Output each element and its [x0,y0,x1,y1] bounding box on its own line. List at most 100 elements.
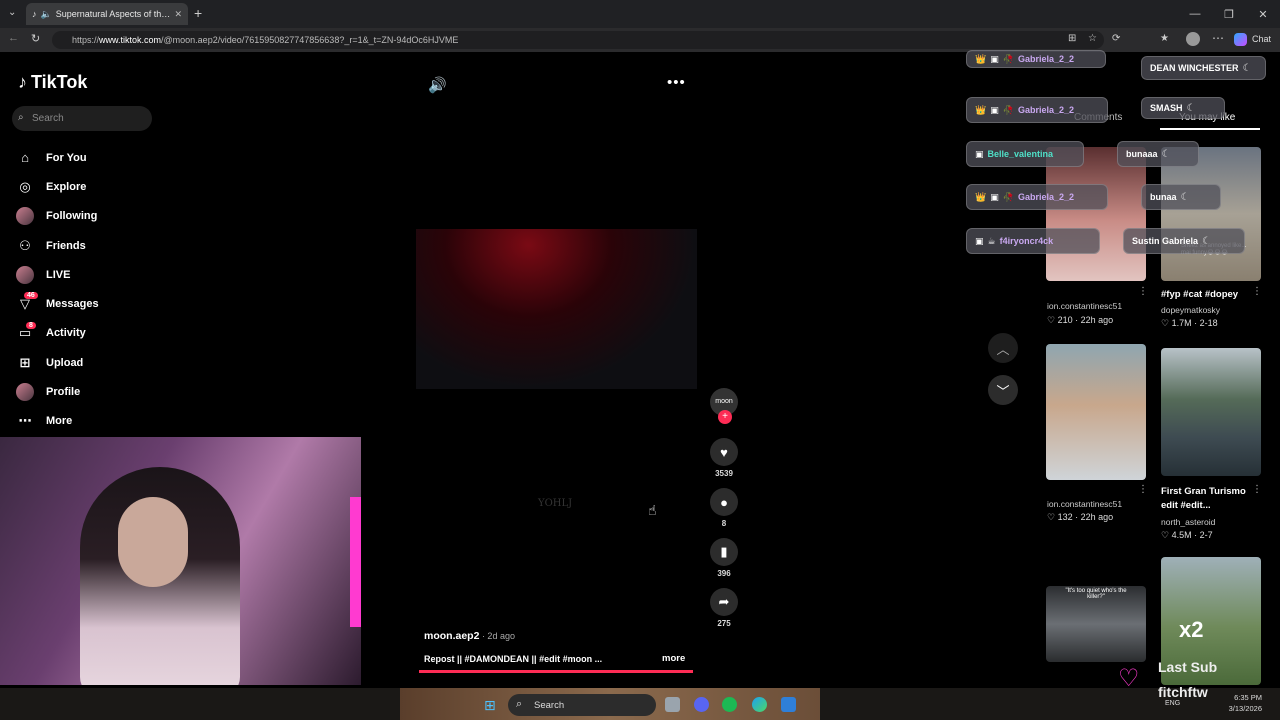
sidebar-item-for-you[interactable]: ⌂ For You [16,143,99,172]
video-more-options-icon[interactable]: ••• [667,74,686,91]
search-input[interactable]: ⌕ Search [12,106,152,131]
maximize-icon[interactable]: ❐ [1212,0,1246,28]
card-title[interactable]: #fyp #cat #dopey [1161,288,1257,302]
like-count: 3539 [715,469,733,478]
heart-icon: ♥ [720,444,728,460]
search-icon: ⌕ [18,112,24,123]
chat-overlay-pill: 👑 ▣ 🥀 Gabriela_2_2 [966,97,1108,123]
chat-username: bunaa [1150,192,1177,202]
browser-essentials-icon[interactable]: ⟳ [1112,33,1120,44]
card-stats: ♡ 1.7M · 2-18 [1161,318,1218,328]
card-username[interactable]: ion.constantinesc51 [1047,499,1122,509]
chat-username: SMASH [1150,103,1183,113]
back-icon[interactable]: ← [8,32,19,44]
comment-button[interactable]: ● [710,488,738,516]
save-button[interactable]: ▮ [710,538,738,566]
upload-icon: ⊞ [19,354,31,370]
moon-icon: ☾ [1242,62,1252,74]
new-tab-icon[interactable]: + [194,5,202,21]
language-indicator[interactable]: ENG [1165,700,1180,707]
taskbar-search[interactable]: ⌕ Search [508,694,656,716]
volume-icon[interactable]: 🔊 [428,76,447,94]
chat-label[interactable]: Chat [1252,34,1271,44]
sidebar-item-messages[interactable]: ▽ 46 Messages [16,289,99,318]
caption-more-link[interactable]: more [662,653,685,664]
favorite-star-icon[interactable]: ☆ [1088,33,1097,44]
card-title[interactable]: First Gran Turismo edit #edit... [1161,485,1253,513]
system-tray-clock[interactable]: 6:35 PM 3/13/2026 [1229,692,1262,714]
card-more-icon[interactable]: ⋮ [1252,484,1262,495]
heart-icon: ♡ [1161,530,1170,540]
copilot-icon[interactable] [1234,33,1247,46]
card-username[interactable]: dopeymatkosky [1161,305,1220,315]
sidebar-item-label: Activity [46,327,86,340]
sidebar-item-following[interactable]: Following [16,202,99,231]
tiktok-logo[interactable]: ♪ TikTok [18,72,87,93]
url-domain: www.tiktok.com [99,35,162,45]
video-thumbnail[interactable]: Sheez as annoyed like... mai funny😂😂😂 [1161,147,1261,281]
author-avatar[interactable]: moon + [710,388,738,424]
discord-icon[interactable] [694,697,709,712]
chat-overlay-pill: 👑 ▣ 🥀 Gabriela_2_2 [966,184,1108,210]
video-progress-bar[interactable] [419,670,694,673]
like-button[interactable]: ♥ [710,438,738,466]
speaker-icon[interactable]: 🔈 [41,9,52,20]
share-button[interactable]: ➦ [710,588,738,616]
card-username[interactable]: north_asteroid [1161,517,1215,527]
refresh-icon[interactable]: ↻ [31,32,40,45]
video-thumbnail[interactable]: "It's too quiet who's the killer?" [1046,586,1146,662]
extensions-icon[interactable]: ⊞ [1068,33,1076,44]
chevron-down-icon: ﹀ [996,383,1010,399]
chat-username: DEAN WINCHESTER [1150,63,1239,73]
sidebar-item-label: Explore [46,180,87,193]
collections-icon[interactable]: ★ [1160,33,1169,44]
card-more-icon[interactable]: ⋮ [1138,286,1148,297]
comment-count: 8 [721,519,727,528]
video-author[interactable]: moon.aep2 · 2d ago [424,630,515,642]
streamer-face [118,497,188,587]
edge-icon[interactable] [752,697,767,712]
browser-menu-icon[interactable]: ⋯ [1212,31,1224,45]
card-likes: 4.5M [1171,530,1192,540]
sidebar-item-friends[interactable]: ⚇ Friends [16,231,99,260]
sidebar-nav: ⌂ For You ◎ Explore Following ⚇ Friends … [16,143,99,436]
author-name[interactable]: moon.aep2 [424,630,479,642]
close-window-icon[interactable]: ✕ [1246,0,1280,28]
card-more-icon[interactable]: ⋮ [1138,484,1148,495]
sidebar-item-upload[interactable]: ⊞ Upload [16,348,99,377]
card-age: 22h ago [1080,512,1114,522]
video-caption: Repost || #DAMONDEAN || #edit #moon ... [424,654,603,664]
sidebar-item-activity[interactable]: ▭ 8 Activity [16,319,99,348]
spotify-icon[interactable] [722,697,737,712]
app-icon[interactable] [781,697,796,712]
sidebar-item-more[interactable]: ⋯ More [16,407,99,436]
minimize-icon[interactable]: — [1178,0,1212,28]
file-explorer-icon[interactable] [665,697,680,712]
card-stats: ♡ 210 · 22h ago [1047,315,1114,325]
chat-overlay-pill: ▣ ☕ f4iryoncr4ck [966,228,1100,254]
video-player[interactable] [416,229,697,389]
chat-username: Gabriela_2_2 [1017,192,1074,202]
sidebar-item-live[interactable]: LIVE [16,260,99,289]
video-thumbnail[interactable] [1046,147,1146,281]
card-username[interactable]: ion.constantinesc51 [1047,301,1122,311]
badge-icon: ▣ [990,53,999,64]
close-tab-icon[interactable]: ✕ [174,9,182,20]
sidebar-item-explore[interactable]: ◎ Explore [16,172,99,201]
profile-avatar[interactable] [1186,32,1200,46]
chat-overlay-pill: Sustin Gabriela ☾ [1123,228,1245,254]
video-thumbnail[interactable] [1161,348,1261,476]
tab-menu-icon[interactable]: ⌄ [8,7,16,18]
url-field[interactable]: https://www.tiktok.com/@moon.aep2/video/… [52,31,1104,49]
card-more-icon[interactable]: ⋮ [1252,286,1262,297]
windows-start-icon[interactable]: ⊞ [484,697,496,714]
sidebar-item-profile[interactable]: Profile [16,377,99,406]
video-thumbnail[interactable] [1046,344,1146,480]
browser-tab[interactable]: ♪ 🔈 Supernatural Aspects of the M ✕ [26,3,188,25]
emoji-icon: 🥀 [1002,104,1014,115]
follow-plus-icon[interactable]: + [718,410,732,424]
clock-time: 6:35 PM [1234,693,1262,702]
previous-video-button[interactable]: ︿ [988,333,1018,363]
heart-icon: ♡ [1047,315,1056,325]
next-video-button[interactable]: ﹀ [988,375,1018,405]
